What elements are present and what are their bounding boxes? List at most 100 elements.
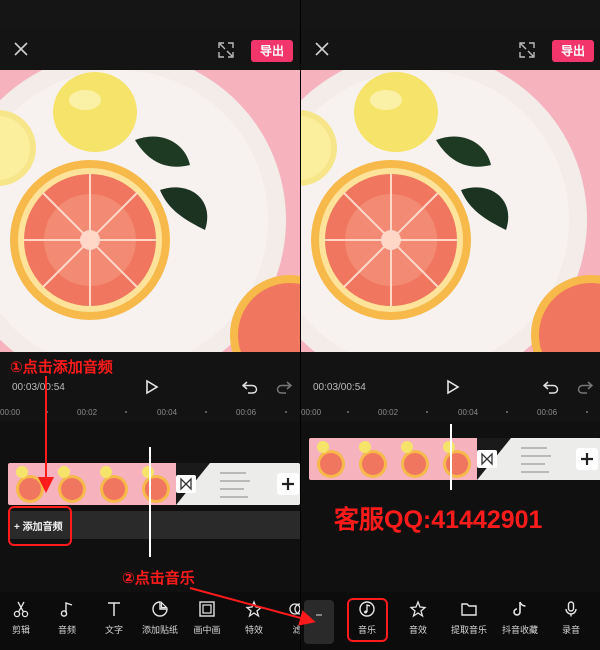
effects-star-icon — [245, 600, 263, 618]
close-button[interactable] — [311, 38, 333, 60]
tool-extract-music[interactable]: 提取音乐 — [446, 600, 492, 644]
preview-image-grapefruit — [0, 70, 300, 352]
tool-record[interactable]: 录音 — [548, 600, 594, 644]
annotation-step1: ①点击添加音频 — [10, 359, 113, 376]
tick-label: 00:02 — [77, 408, 98, 417]
tick-dot — [506, 411, 508, 413]
timecode: 00:03/00:54 — [12, 382, 65, 393]
scissors-icon — [13, 601, 29, 618]
transition-bowtie-icon — [481, 452, 493, 466]
export-button[interactable]: 导出 — [552, 40, 594, 62]
fullscreen-icon — [218, 42, 234, 58]
close-icon — [315, 42, 329, 56]
annotation-qq-contact: 客服QQ:41442901 — [334, 506, 543, 534]
music-note-icon — [60, 602, 73, 617]
tick-dot — [125, 411, 127, 413]
tool-filter[interactable]: 滤 — [274, 600, 300, 644]
add-clip-button[interactable] — [277, 473, 299, 495]
tool-audio[interactable]: 音频 — [44, 600, 90, 644]
tick-dot — [205, 411, 207, 413]
tool-label: 添加贴纸 — [141, 625, 178, 635]
tick-dot — [347, 411, 349, 413]
video-clip-strip[interactable] — [8, 463, 300, 505]
tool-text[interactable]: 文字 — [91, 600, 137, 644]
tool-picture-in-picture[interactable]: 画中画 — [184, 600, 230, 644]
clip-thumbnail — [351, 438, 393, 480]
highlight-box-add-audio — [8, 506, 72, 546]
tool-sound-effect[interactable]: 音效 — [395, 600, 441, 644]
redo-button[interactable] — [576, 378, 594, 396]
clip-thumbnail — [435, 438, 477, 480]
editor-panel-left: 导出 00:03/00:54 00:00 00:02 00:04 00:06 +… — [0, 0, 300, 650]
microphone-icon — [565, 601, 577, 617]
tick-label: 00:04 — [157, 408, 178, 417]
plus-icon — [282, 478, 294, 490]
tick-dot — [46, 411, 48, 413]
editor-panel-right: 导出 00:03/00:54 00:00 00:02 00:04 00:06 音… — [300, 0, 600, 650]
play-button[interactable] — [443, 378, 461, 396]
play-icon — [447, 379, 460, 395]
transition-button[interactable] — [176, 475, 196, 493]
plus-icon — [581, 453, 593, 465]
tool-effects[interactable]: 特效 — [231, 600, 277, 644]
undo-button[interactable] — [542, 378, 560, 396]
video-preview[interactable] — [0, 70, 300, 352]
douyin-icon — [513, 601, 526, 616]
play-button[interactable] — [142, 378, 160, 396]
fullscreen-button[interactable] — [517, 40, 537, 60]
undo-icon — [241, 381, 258, 394]
clip-thumbnail — [393, 438, 435, 480]
tick-label: 00:06 — [236, 408, 257, 417]
tool-label: 提取音乐 — [450, 625, 487, 635]
tool-sticker[interactable]: 添加贴纸 — [137, 600, 183, 644]
tick-label: 00:00 — [301, 408, 322, 417]
clip-thumbnail — [134, 463, 176, 505]
tick-dot — [285, 411, 287, 413]
highlight-box-music — [347, 598, 388, 642]
tool-label: 音频 — [57, 625, 76, 635]
tick-label: 00:02 — [378, 408, 399, 417]
playhead[interactable] — [450, 424, 452, 490]
status-bar — [301, 0, 600, 30]
tool-label: 画中画 — [193, 625, 221, 635]
video-preview[interactable] — [301, 70, 600, 352]
tool-back[interactable] — [304, 600, 334, 644]
undo-button[interactable] — [241, 378, 259, 396]
tool-douyin-favorites[interactable]: 抖音收藏 — [497, 600, 543, 644]
folder-icon — [461, 603, 477, 616]
tool-label: 剪辑 — [11, 625, 30, 635]
clip-thumbnail — [92, 463, 134, 505]
clip-thumbnail — [309, 438, 351, 480]
sticker-icon — [152, 601, 168, 617]
tick-label: 00:00 — [0, 408, 21, 417]
tool-label: 滤 — [292, 625, 300, 635]
tick-dot — [586, 411, 588, 413]
close-icon — [14, 42, 28, 56]
transition-bowtie-icon — [180, 477, 192, 491]
tool-label: 特效 — [244, 625, 263, 635]
undo-icon — [542, 381, 559, 394]
redo-icon — [577, 381, 594, 394]
tool-label: 录音 — [561, 625, 580, 635]
play-icon — [146, 379, 159, 395]
transition-button[interactable] — [477, 450, 497, 468]
filter-icon — [289, 603, 300, 615]
text-icon — [108, 602, 120, 616]
clip-thumbnail — [50, 463, 92, 505]
fullscreen-button[interactable] — [216, 40, 236, 60]
add-clip-button[interactable] — [576, 448, 598, 470]
preview-image-grapefruit — [301, 70, 600, 352]
screenshot-stage: 导出 00:03/00:54 00:00 00:02 00:04 00:06 +… — [0, 0, 600, 650]
playhead[interactable] — [149, 447, 151, 557]
tool-cut[interactable]: 剪辑 — [0, 600, 44, 644]
tool-label: 抖音收藏 — [501, 625, 538, 635]
picture-in-picture-icon — [199, 601, 215, 617]
redo-button[interactable] — [275, 378, 293, 396]
video-clip-strip[interactable] — [309, 438, 600, 480]
tick-label: 00:06 — [537, 408, 558, 417]
tick-label: 00:04 — [458, 408, 479, 417]
close-button[interactable] — [10, 38, 32, 60]
export-button[interactable]: 导出 — [251, 40, 293, 62]
annotation-step2: ②点击音乐 — [122, 570, 195, 587]
tool-label: 文字 — [104, 625, 123, 635]
